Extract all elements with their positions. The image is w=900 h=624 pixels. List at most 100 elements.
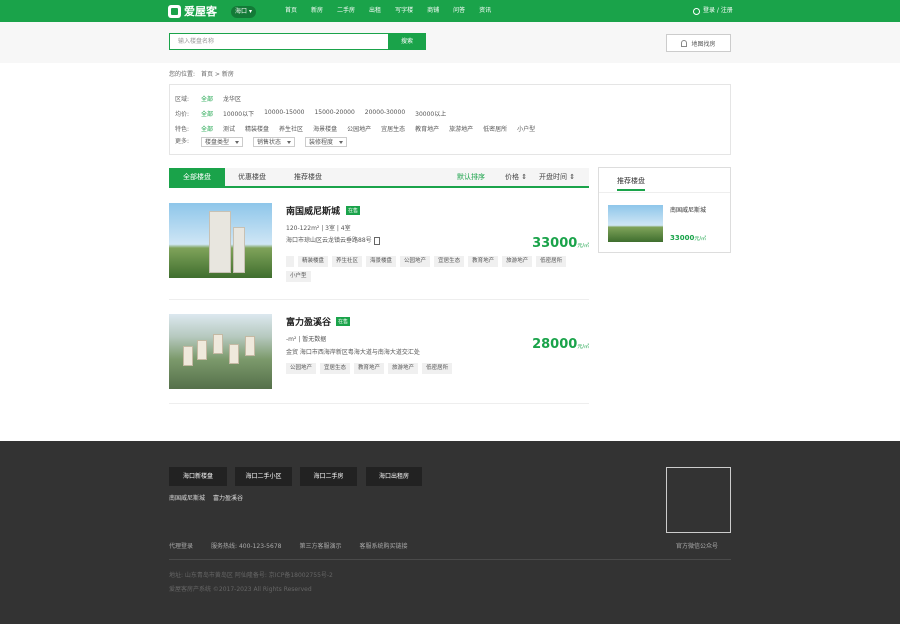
status-badge: 在售 (346, 206, 361, 215)
footer-contact: 代理登录 服务热线: 400-123-5678 第三方客服演示 客服系统购买链接 (169, 541, 425, 550)
filter-row-area: 区域: 全部 龙华区 (175, 94, 251, 103)
sort-default[interactable]: 默认排序 (457, 168, 485, 186)
login-label: 登录 / 注册 (703, 7, 733, 14)
footer-link[interactable]: 南国威尼斯城 (169, 495, 205, 502)
login-link[interactable]: 登录 / 注册 (693, 0, 733, 22)
nav-item-new[interactable]: 新房 (311, 0, 323, 22)
listing-card[interactable]: 南国威尼斯城 在售 120-122m² | 3室 | 4室 海口市琼山区云龙镇云… (169, 203, 589, 293)
nav-item-news[interactable]: 资讯 (479, 0, 491, 22)
filter-label: 均价: (175, 111, 190, 118)
listing-title[interactable]: 南国威尼斯城 (286, 204, 340, 217)
listing-card[interactable]: 富力盈溪谷 在售 -m² | 暂无数据 金贸 海口市西海岸新区粤海大道与南海大道… (169, 314, 589, 394)
select-value: 销售状态 (257, 138, 282, 146)
filter-option[interactable]: 全部 (201, 124, 213, 133)
agent-login-link[interactable]: 代理登录 (169, 541, 193, 550)
tag: 养生社区 (332, 256, 363, 267)
listing-address-text: 海口市琼山区云龙镇云垂路88号 (286, 237, 372, 244)
tab-all[interactable]: 全部楼盘 (169, 168, 225, 186)
decoration-select[interactable]: 装修程度 (305, 137, 348, 147)
recommended-name[interactable]: 南国威尼斯城 (670, 205, 706, 214)
tag: 教育地产 (354, 363, 385, 374)
footer-link[interactable]: 富力盈溪谷 (213, 495, 243, 502)
nav-item-secondhand[interactable]: 二手房 (337, 0, 355, 22)
nav-item-rent[interactable]: 出租 (369, 0, 381, 22)
filter-option[interactable]: 精装楼盘 (245, 124, 269, 133)
filter-option[interactable]: 教育地产 (415, 124, 439, 133)
filter-option[interactable]: 全部 (201, 94, 213, 103)
city-label: 海口 (235, 8, 248, 15)
footer-copyright: 爱屋客房产系统 ©2017-2023 All Rights Reserved (169, 586, 312, 593)
nav-item-home[interactable]: 首页 (285, 0, 297, 22)
nav-item-office[interactable]: 写字楼 (395, 0, 413, 22)
filter-row-feature: 特色: 全部 测试 精装楼盘 养生社区 海景楼盘 公园地产 宜居生态 教育地产 … (175, 124, 545, 133)
property-type-select[interactable]: 楼盘类型 (201, 137, 244, 147)
sort-price[interactable]: 价格 ⇕ (505, 168, 527, 186)
tag: 低密居所 (536, 256, 567, 267)
filter-option[interactable]: 30000以上 (415, 109, 446, 118)
search-input[interactable]: 输入楼盘名称 (169, 33, 389, 50)
search-button[interactable]: 搜索 (388, 33, 426, 50)
breadcrumb-home[interactable]: 首页 (201, 71, 213, 78)
wechat-qr-image (666, 467, 731, 533)
filter-option[interactable]: 旅游地产 (449, 124, 473, 133)
site-logo[interactable]: 爱屋客 (168, 4, 217, 18)
status-badge: 在售 (336, 317, 351, 326)
filter-option[interactable]: 小户型 (517, 124, 535, 133)
listing-title[interactable]: 富力盈溪谷 (286, 315, 331, 328)
city-selector[interactable]: 海口 ▾ (231, 6, 256, 18)
listing-photo[interactable] (169, 314, 272, 389)
building-shape (245, 336, 255, 356)
filter-label: 区域: (175, 96, 190, 103)
select-value: 装修程度 (309, 138, 334, 146)
filter-option[interactable]: 15000-20000 (314, 109, 354, 118)
select-value: 楼盘类型 (205, 138, 230, 146)
price-unit: 元/㎡ (577, 243, 589, 249)
map-pin-icon (681, 39, 688, 47)
filter-option[interactable]: 低密居所 (483, 124, 507, 133)
filter-row-price: 均价: 全部 10000以下 10000-15000 15000-20000 2… (175, 109, 456, 118)
filter-option[interactable]: 测试 (223, 124, 235, 133)
filter-option[interactable]: 公园地产 (347, 124, 371, 133)
building-icon (373, 236, 380, 245)
tab-discount[interactable]: 优惠楼盘 (238, 168, 266, 186)
sort-open-date[interactable]: 开盘时间 ⇕ (539, 168, 575, 186)
tag: 低密居所 (422, 363, 453, 374)
sale-status-select[interactable]: 销售状态 (253, 137, 296, 147)
recommended-photo[interactable] (608, 205, 663, 242)
building-shape (213, 334, 223, 354)
tab-recommended[interactable]: 推荐楼盘 (294, 168, 322, 186)
logo-text: 爱屋客 (184, 5, 217, 18)
listing-tags: 精装楼盘 养生社区 海景楼盘 公园地产 宜居生态 教育地产 旅游地产 低密居所 … (286, 256, 576, 286)
filter-option[interactable]: 10000-15000 (264, 109, 304, 118)
nav-item-qa[interactable]: 问答 (453, 0, 465, 22)
filter-option[interactable]: 海景楼盘 (313, 124, 337, 133)
price-unit: 元/㎡ (577, 344, 589, 350)
filter-option[interactable]: 龙华区 (223, 94, 241, 103)
third-party-service-link[interactable]: 第三方客服演示 (299, 541, 341, 550)
main-nav: 首页 新房 二手房 出租 写字楼 商铺 问答 资讯 (285, 0, 505, 22)
filter-option[interactable]: 宜居生态 (381, 124, 405, 133)
building-shape (197, 340, 207, 360)
map-search-label: 地图找房 (691, 40, 716, 48)
divider (169, 299, 589, 300)
listing-address: 海口市琼山区云龙镇云垂路88号 (286, 235, 380, 245)
listing-spec: -m² | 暂无数据 (286, 336, 327, 343)
nav-item-shop[interactable]: 商铺 (427, 0, 439, 22)
footer-button-secondhand[interactable]: 海口二手房 (300, 467, 357, 486)
service-purchase-link[interactable]: 客服系统购买链接 (359, 541, 407, 550)
footer-button-new-homes[interactable]: 海口新楼盘 (169, 467, 227, 486)
tag-blank (286, 256, 294, 267)
footer-button-secondhand-complex[interactable]: 海口二手小区 (235, 467, 292, 486)
filter-option[interactable]: 10000以下 (223, 109, 254, 118)
filter-option[interactable]: 全部 (201, 109, 213, 118)
breadcrumb-current: 新房 (221, 71, 234, 78)
tag: 公园地产 (400, 256, 431, 267)
listing-photo[interactable] (169, 203, 272, 278)
breadcrumb-label: 您的位置: (169, 71, 196, 78)
divider (169, 403, 589, 404)
filter-option[interactable]: 20000-30000 (365, 109, 405, 118)
filter-option[interactable]: 养生社区 (279, 124, 303, 133)
tag: 公园地产 (286, 363, 317, 374)
footer-button-rent[interactable]: 海口出租房 (366, 467, 422, 486)
map-search-button[interactable]: 地图找房 (666, 34, 731, 52)
